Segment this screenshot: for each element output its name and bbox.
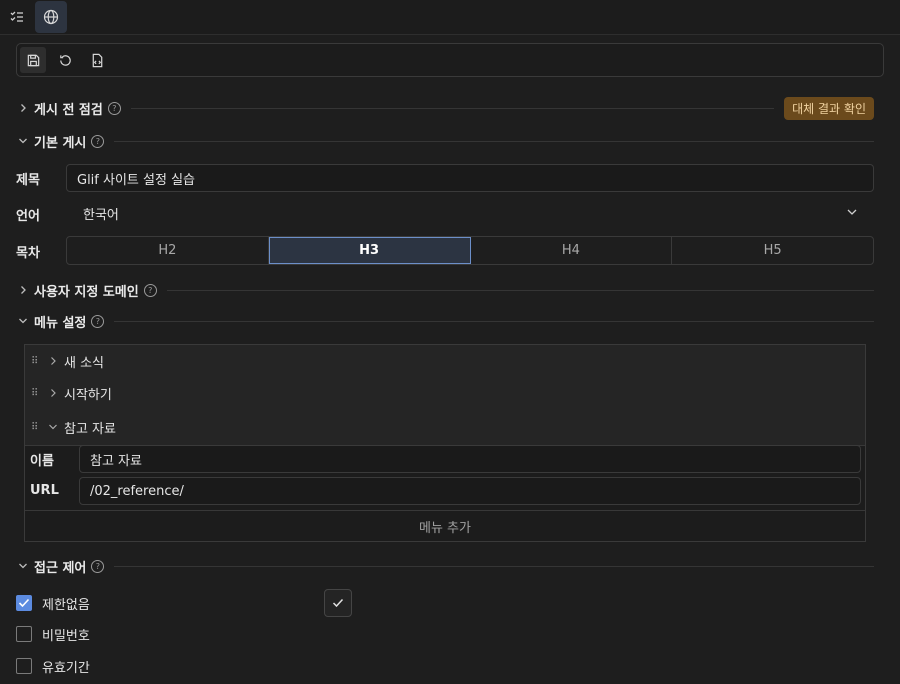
chevron-down-icon[interactable]: [846, 206, 858, 221]
checkbox[interactable]: [16, 658, 32, 674]
section-title: 접근 제어: [34, 560, 87, 576]
menu-item-reference[interactable]: ⠿ 참고 자료: [25, 409, 865, 446]
menu-url-input[interactable]: /02_reference/: [79, 477, 861, 505]
checkbox-label: 제한없음: [42, 597, 90, 613]
checkbox-label: 비밀번호: [42, 628, 90, 644]
chevron-right-icon: [16, 285, 30, 295]
chevron-right-icon[interactable]: [46, 388, 60, 398]
access-option-unrestricted[interactable]: 제한없음: [16, 594, 90, 613]
drag-handle-icon[interactable]: ⠿: [31, 422, 41, 433]
checkbox[interactable]: [16, 626, 32, 642]
drag-handle-icon[interactable]: ⠿: [31, 356, 41, 367]
chevron-down-icon: [16, 137, 30, 145]
divider: [114, 140, 874, 142]
section-basic[interactable]: 기본 게시 ?: [16, 131, 874, 151]
toc-option-h2[interactable]: H2: [67, 237, 269, 264]
section-menu[interactable]: 메뉴 설정 ?: [16, 311, 874, 331]
globe-icon: [43, 9, 59, 25]
save-icon: [27, 54, 39, 66]
globe-tab[interactable]: [35, 1, 67, 33]
menu-list: ⠿ 새 소식 ⠿ 시작하기 ⠿ 참고 자료 이름 참고 자료 URL /02_r…: [24, 344, 866, 542]
section-precheck[interactable]: 게시 전 점검 ? 대체 결과 확인: [16, 96, 874, 120]
fallback-result-badge[interactable]: 대체 결과 확인: [784, 96, 874, 120]
help-icon[interactable]: ?: [91, 559, 105, 573]
language-select[interactable]: 한국어: [83, 204, 119, 223]
menu-name-input[interactable]: 참고 자료: [79, 445, 861, 473]
menu-item-label: 참고 자료: [64, 421, 116, 437]
title-input[interactable]: Glif 사이트 설정 실습: [66, 164, 874, 192]
code-file-button[interactable]: [84, 47, 110, 73]
divider: [130, 107, 775, 109]
checklist-icon: [10, 11, 23, 22]
menu-name-label: 이름: [30, 454, 54, 469]
code-file-icon: [92, 53, 102, 67]
toc-label: 목차: [16, 246, 40, 261]
section-title: 메뉴 설정: [34, 315, 87, 331]
help-icon[interactable]: ?: [91, 134, 105, 148]
chevron-down-icon: [16, 317, 30, 325]
checkbox[interactable]: [16, 595, 32, 611]
divider: [166, 289, 874, 291]
toc-option-h4[interactable]: H4: [471, 237, 673, 264]
chevron-down-icon[interactable]: [46, 423, 60, 431]
chevron-right-icon[interactable]: [46, 356, 60, 366]
toc-option-h3[interactable]: H3: [268, 237, 471, 264]
checkbox-label: 유효기간: [42, 660, 90, 676]
help-icon[interactable]: ?: [107, 101, 121, 115]
check-icon: [18, 598, 30, 608]
menu-item-news[interactable]: ⠿ 새 소식: [25, 345, 865, 378]
menu-item-label: 시작하기: [64, 387, 112, 403]
toc-level-segmented: H2 H3 H4 H5: [66, 236, 874, 265]
menu-url-label: URL: [30, 483, 59, 498]
editor-toolbar: [16, 43, 884, 77]
refresh-icon: [59, 54, 71, 66]
chevron-down-icon: [16, 562, 30, 570]
section-title: 기본 게시: [34, 135, 87, 151]
language-label: 언어: [16, 209, 40, 224]
checklist-tab[interactable]: [1, 1, 33, 33]
check-icon: [332, 598, 344, 608]
drag-handle-icon[interactable]: ⠿: [31, 388, 41, 399]
save-button[interactable]: [20, 47, 46, 73]
chevron-right-icon: [16, 103, 30, 113]
section-title: 사용자 지정 도메인: [34, 284, 139, 300]
add-menu-button[interactable]: 메뉴 추가: [25, 510, 865, 542]
toc-option-h5[interactable]: H5: [672, 237, 873, 264]
help-icon[interactable]: ?: [91, 314, 105, 328]
access-option-password[interactable]: 비밀번호: [16, 625, 90, 644]
refresh-button[interactable]: [52, 47, 78, 73]
divider: [114, 565, 874, 567]
title-label: 제목: [16, 173, 40, 188]
confirm-button[interactable]: [324, 589, 352, 617]
section-custom-domain[interactable]: 사용자 지정 도메인 ?: [16, 280, 874, 300]
divider: [114, 320, 874, 322]
section-title: 게시 전 점검: [34, 102, 103, 118]
top-bar: [0, 0, 900, 35]
menu-item-getting-started[interactable]: ⠿ 시작하기: [25, 377, 865, 410]
menu-item-label: 새 소식: [64, 355, 105, 371]
section-access-control[interactable]: 접근 제어 ?: [16, 556, 874, 576]
access-option-expiry[interactable]: 유효기간: [16, 657, 90, 676]
help-icon[interactable]: ?: [143, 283, 157, 297]
